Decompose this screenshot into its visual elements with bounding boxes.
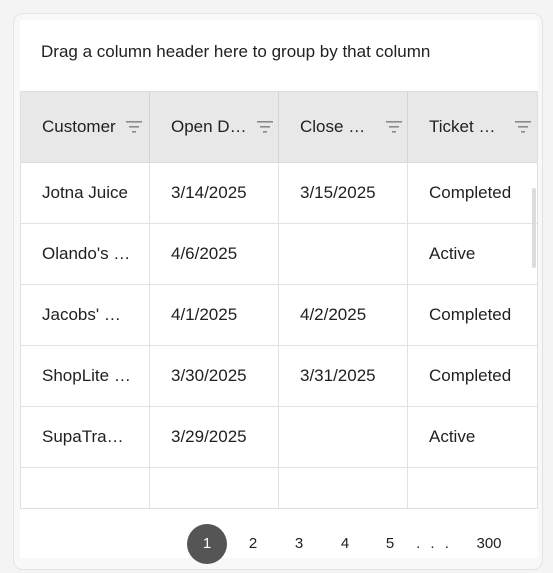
filter-icon[interactable] [386, 121, 402, 133]
page-button-5[interactable]: 5 [370, 524, 410, 564]
page-button-3[interactable]: 3 [279, 524, 319, 564]
data-grid: Customer Open Date Close Date Ticket Sta… [20, 91, 538, 509]
vertical-scrollbar[interactable] [532, 188, 536, 268]
page-ellipsis: . . . [416, 535, 452, 552]
table-row[interactable] [21, 468, 537, 508]
cell-close-date [279, 468, 408, 508]
column-header-close-date[interactable]: Close Date [279, 92, 408, 162]
cell-customer: SupaTrade Co [21, 407, 150, 467]
column-header-open-date[interactable]: Open Date [150, 92, 279, 162]
cell-close-date: 3/31/2025 [279, 346, 408, 406]
grid-header-row: Customer Open Date Close Date Ticket Sta… [21, 92, 537, 163]
column-header-label: Open Date [171, 117, 247, 136]
column-header-label: Close Date [300, 117, 376, 136]
cell-open-date [150, 468, 279, 508]
cell-open-date: 3/14/2025 [150, 163, 279, 223]
cell-open-date: 4/1/2025 [150, 285, 279, 345]
cell-ticket-status: Completed [429, 183, 512, 202]
cell-ticket-status: Active [429, 427, 476, 446]
table-row[interactable]: SupaTrade Co 3/29/2025 Active [21, 407, 537, 468]
cell-close-date [279, 224, 408, 284]
pager: 1 2 3 4 5 . . . 300 [20, 509, 538, 564]
filter-icon[interactable] [515, 121, 531, 133]
cell-customer: Jotna Juice [21, 163, 150, 223]
column-header-label: Ticket Status [429, 117, 505, 136]
cell-ticket-status: Completed [429, 366, 512, 385]
cell-customer: ShopLite Mart [21, 346, 150, 406]
cell-open-date: 3/30/2025 [150, 346, 279, 406]
table-row[interactable]: Jacobs' Store 4/1/2025 4/2/2025 Complete… [21, 285, 537, 346]
column-header-customer[interactable]: Customer [21, 92, 150, 162]
cell-close-date: 4/2/2025 [279, 285, 408, 345]
group-by-hint: Drag a column header here to group by th… [41, 41, 431, 61]
cell-customer: Olando's Cafe [21, 224, 150, 284]
cell-close-date: 3/15/2025 [279, 163, 408, 223]
filter-icon[interactable] [125, 121, 142, 133]
cell-customer [21, 468, 150, 508]
column-header-ticket-status[interactable]: Ticket Status [408, 92, 537, 162]
data-grid-container: Drag a column header here to group by th… [20, 20, 538, 564]
cell-ticket-status: Active [429, 244, 476, 263]
table-row[interactable]: Olando's Cafe 4/6/2025 Active [21, 224, 537, 285]
page-button-300[interactable]: 300 [469, 524, 509, 564]
cell-open-date: 3/29/2025 [150, 407, 279, 467]
page-button-4[interactable]: 4 [325, 524, 365, 564]
table-row[interactable]: Jotna Juice 3/14/2025 3/15/2025 Complete… [21, 163, 537, 224]
cell-ticket-status [408, 468, 537, 508]
column-header-label: Customer [42, 117, 116, 136]
group-by-panel[interactable]: Drag a column header here to group by th… [20, 20, 538, 91]
table-row[interactable]: ShopLite Mart 3/30/2025 3/31/2025 Comple… [21, 346, 537, 407]
page-button-1[interactable]: 1 [187, 524, 227, 564]
cell-customer: Jacobs' Store [21, 285, 150, 345]
cell-ticket-status: Completed [429, 305, 512, 324]
page-button-2[interactable]: 2 [233, 524, 273, 564]
filter-icon[interactable] [257, 121, 273, 133]
cell-close-date [279, 407, 408, 467]
cell-open-date: 4/6/2025 [150, 224, 279, 284]
